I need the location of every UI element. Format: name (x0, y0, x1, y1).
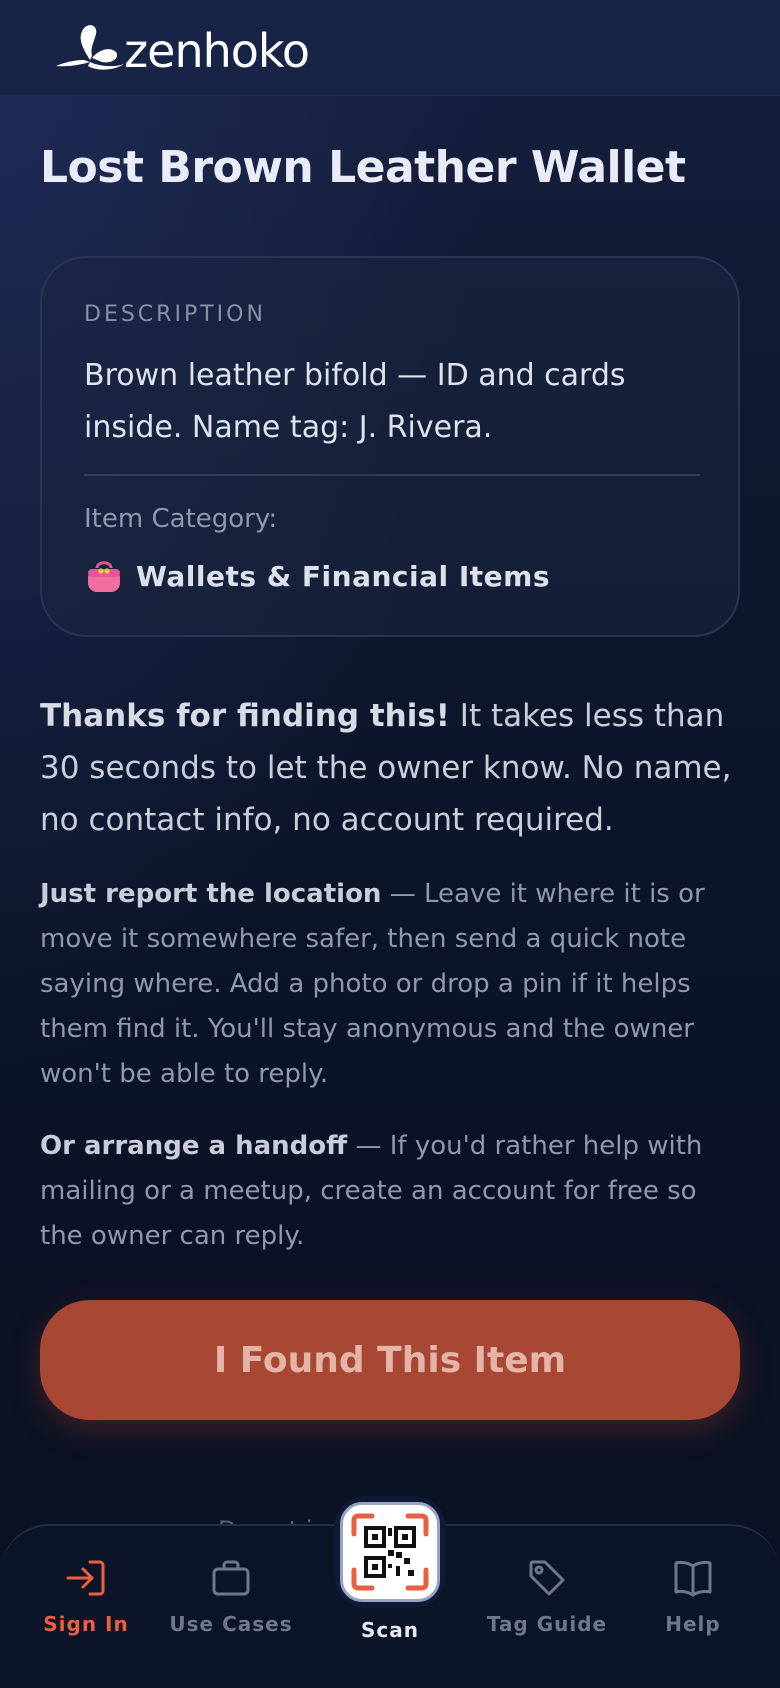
description-card: DESCRIPTION Brown leather bifold — ID an… (40, 256, 740, 637)
brand-name: zenhoko (124, 24, 310, 78)
report-rest: — Leave it where it is or move it somewh… (40, 879, 705, 1089)
category-label: Item Category: (84, 504, 278, 534)
report-location-text: Just report the location — Leave it wher… (40, 872, 740, 1097)
brand-logo[interactable]: zenhoko (54, 20, 310, 78)
qr-code-icon (346, 1508, 434, 1596)
nav-scan-label: Scan (361, 1618, 419, 1642)
found-item-button[interactable]: I Found This Item (40, 1300, 740, 1420)
description-text: Brown leather bifold — ID and cards insi… (84, 358, 626, 445)
category-row: Wallets & Financial Items (84, 556, 550, 596)
purse-icon (84, 556, 124, 596)
intro-bold: Thanks for finding this! (40, 698, 450, 734)
butterfly-icon (54, 20, 130, 78)
category-value: Wallets & Financial Items (136, 559, 550, 593)
scan-button[interactable] (340, 1502, 440, 1602)
nav-sign-in-label: Sign In (43, 1612, 129, 1636)
top-bar: zenhoko (0, 0, 780, 96)
nav-use-cases-label: Use Cases (169, 1612, 293, 1636)
divider (84, 474, 700, 476)
scan-ring (334, 1496, 446, 1608)
briefcase-icon (209, 1556, 253, 1600)
book-icon (671, 1556, 715, 1600)
nav-help-label: Help (665, 1612, 721, 1636)
description-label: DESCRIPTION (84, 302, 266, 327)
nav-tag-guide-label: Tag Guide (486, 1612, 608, 1636)
nav-sign-in[interactable]: Sign In (21, 1556, 151, 1636)
sign-in-icon (64, 1556, 108, 1600)
tag-icon (525, 1556, 569, 1600)
page-title: Lost Brown Leather Wallet (40, 142, 686, 193)
nav-help[interactable]: Help (628, 1556, 758, 1636)
report-bold: Just report the location (40, 879, 382, 909)
intro-text: Thanks for finding this! It takes less t… (40, 690, 740, 846)
nav-use-cases[interactable]: Use Cases (166, 1556, 296, 1636)
nav-tag-guide[interactable]: Tag Guide (482, 1556, 612, 1636)
handoff-text: Or arrange a handoff — If you'd rather h… (40, 1124, 740, 1259)
handoff-bold: Or arrange a handoff (40, 1131, 348, 1161)
nav-scan[interactable]: Scan (322, 1496, 458, 1642)
